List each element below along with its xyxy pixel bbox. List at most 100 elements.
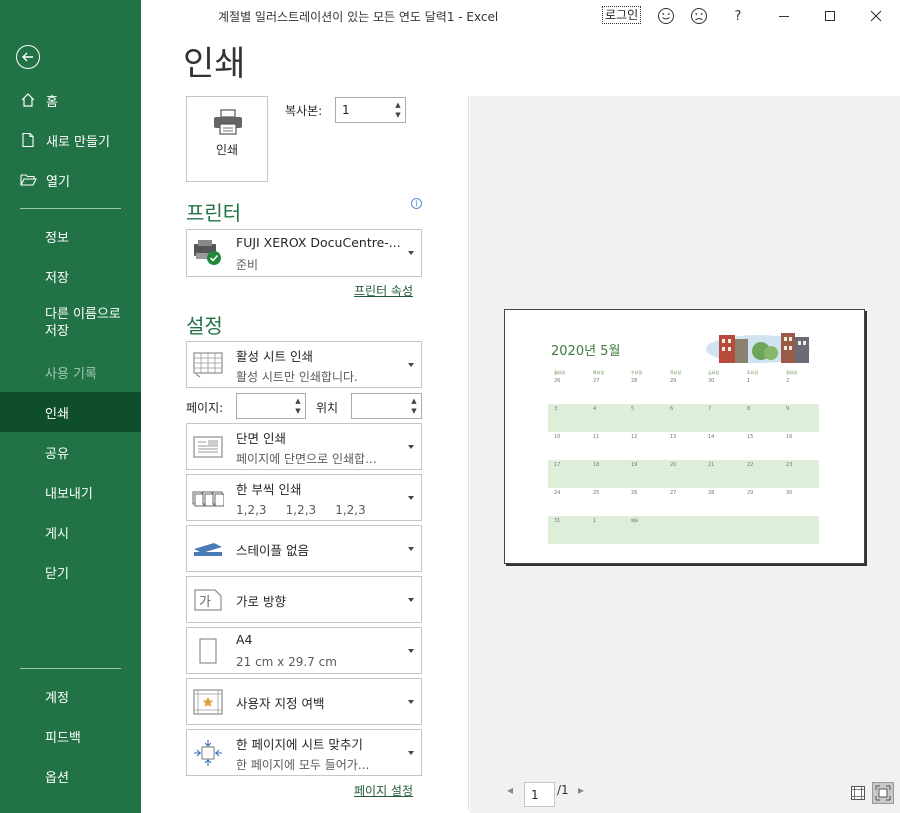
- sidebar-item-label: 계정: [45, 690, 69, 706]
- calendar-title: 2020년 5월: [551, 344, 621, 359]
- collate-desc: 1,2,3 1,2,3 1,2,3: [236, 503, 366, 517]
- sidebar-item-close[interactable]: 닫기: [0, 552, 141, 592]
- sidebar-item-label: 피드백: [45, 730, 81, 746]
- paper-portrait-icon: [191, 634, 225, 668]
- frown-icon[interactable]: [689, 6, 709, 26]
- sidebar-item-history[interactable]: 사용 기록: [0, 352, 141, 392]
- print-what-dropdown[interactable]: 활성 시트 인쇄 활성 시트만 인쇄합니다.: [186, 341, 422, 388]
- copies-value: 1: [342, 103, 350, 117]
- print-button[interactable]: 인쇄: [186, 96, 268, 182]
- sidebar-item-label: 정보: [45, 230, 69, 246]
- sidebar-item-feedback[interactable]: 피드백: [0, 716, 141, 756]
- margins-dropdown[interactable]: 사용자 지정 여백: [186, 678, 422, 725]
- calendar-day: 10: [554, 434, 561, 440]
- calendar-day: 30: [708, 378, 715, 384]
- sides-dropdown[interactable]: 단면 인쇄 페이지에 단면으로 인쇄합...: [186, 423, 422, 470]
- back-arrow-icon[interactable]: [16, 45, 40, 69]
- minimize-icon[interactable]: [774, 6, 794, 26]
- zoom-to-page-icon[interactable]: [872, 782, 894, 804]
- sidebar-item-info[interactable]: 정보: [0, 216, 141, 256]
- sidebar-item-export[interactable]: 내보내기: [0, 472, 141, 512]
- printer-status: 준비: [236, 258, 259, 272]
- sidebar-item-share[interactable]: 공유: [0, 432, 141, 472]
- prev-page-icon[interactable]: ◂: [507, 783, 513, 797]
- sidebar-item-save-as[interactable]: 다른 이름으로 저장: [0, 298, 141, 348]
- folder-open-icon: [20, 172, 44, 188]
- sidebar-divider: [20, 208, 121, 209]
- calendar-day: 21: [708, 462, 715, 468]
- calendar-day: 5: [631, 406, 635, 412]
- calendar-day: 1: [747, 378, 751, 384]
- calendar-day: 12: [631, 434, 638, 440]
- sidebar-item-label: 닫기: [45, 566, 69, 582]
- staple-title: 스테이플 없음: [236, 543, 309, 558]
- stepper-arrows-icon[interactable]: ▲ ▼: [293, 396, 303, 416]
- sidebar-item-publish[interactable]: 게시: [0, 512, 141, 552]
- printer-ready-icon: [191, 236, 225, 270]
- sidebar-item-options[interactable]: 옵션: [0, 756, 141, 796]
- staple-dropdown[interactable]: 스테이플 없음: [186, 525, 422, 572]
- stapler-icon: [191, 532, 225, 566]
- sidebar-item-print[interactable]: 인쇄: [0, 392, 141, 432]
- page-total: /1: [557, 783, 569, 797]
- signin-button[interactable]: 로그인: [602, 6, 642, 24]
- fit-sheet-icon: [191, 736, 225, 770]
- stepper-arrows-icon[interactable]: ▲ ▼: [393, 100, 403, 120]
- calendar-day: 20: [670, 462, 677, 468]
- sidebar-item-label: 내보내기: [45, 486, 93, 502]
- printer-dropdown[interactable]: FUJI XEROX DocuCentre-... 준비: [186, 229, 422, 277]
- print-button-label: 인쇄: [215, 143, 239, 157]
- paper-size-dropdown[interactable]: A4 21 cm x 29.7 cm: [186, 627, 422, 674]
- calendar-day: 2: [786, 378, 790, 384]
- window-title: 계절별 일러스트레이션이 있는 모든 연도 달력1 - Excel: [218, 10, 499, 24]
- show-margins-icon[interactable]: [847, 782, 869, 804]
- calendar-day: 31: [554, 518, 561, 524]
- orientation-title: 가로 방향: [236, 594, 286, 609]
- next-page-icon[interactable]: ▸: [578, 783, 584, 797]
- chevron-down-icon: [408, 699, 414, 704]
- collate-dropdown[interactable]: 한 부씩 인쇄 1,2,3 1,2,3 1,2,3: [186, 474, 422, 521]
- calendar-day: 메모: [631, 518, 639, 523]
- margins-title: 사용자 지정 여백: [236, 696, 325, 711]
- pages-to-input[interactable]: ▲ ▼: [351, 393, 422, 419]
- calendar-day: 29: [747, 490, 754, 496]
- help-button[interactable]: ?: [728, 6, 748, 26]
- calendar-day: 23: [786, 462, 793, 468]
- pages-from-input[interactable]: ▲ ▼: [236, 393, 306, 419]
- sidebar-item-open[interactable]: 열기: [0, 160, 141, 200]
- chevron-down-icon: [408, 444, 414, 449]
- sidebar-item-home[interactable]: 홈: [0, 80, 141, 120]
- backstage-sidebar: 홈 새로 만들기 열기 정보 저장 다른 이름으로 저장 사용 기록 인쇄 공유…: [0, 0, 141, 813]
- calendar-weekday: 목요일: [670, 370, 682, 375]
- townhouse-illustration-icon: [705, 327, 811, 369]
- settings-heading: 설정: [186, 314, 223, 338]
- calendar-weekday: 일요일: [786, 370, 798, 375]
- close-icon[interactable]: [866, 6, 886, 26]
- calendar-day: 30: [786, 490, 793, 496]
- copies-stepper[interactable]: 1 ▲ ▼: [335, 97, 406, 123]
- calendar-day: 9: [786, 406, 790, 412]
- sidebar-item-save[interactable]: 저장: [0, 256, 141, 296]
- calendar-day: 26: [631, 490, 638, 496]
- sidebar-item-new[interactable]: 새로 만들기: [0, 120, 141, 160]
- printer-properties-link[interactable]: 프린터 속성: [354, 282, 413, 299]
- orientation-dropdown[interactable]: 가 가로 방향: [186, 576, 422, 623]
- page-setup-link[interactable]: 페이지 설정: [354, 782, 413, 799]
- collate-title: 한 부씩 인쇄: [236, 482, 302, 497]
- sides-desc: 페이지에 단면으로 인쇄합...: [236, 452, 377, 466]
- preview-page: 2020년 5월 월요일 화요일 수요일 목요일 금요일 토요일 일요일 26 27 28 29 30…: [504, 309, 865, 564]
- stepper-arrows-icon[interactable]: ▲ ▼: [409, 396, 419, 416]
- landscape-orientation-icon: 가: [191, 583, 225, 617]
- maximize-icon[interactable]: [820, 6, 840, 26]
- sides-title: 단면 인쇄: [236, 431, 286, 446]
- calendar-day: 26: [554, 378, 561, 384]
- calendar-day: 28: [631, 378, 638, 384]
- scaling-dropdown[interactable]: 한 페이지에 시트 맞추기 한 페이지에 모두 들어가...: [186, 729, 422, 776]
- smile-icon[interactable]: [656, 6, 676, 26]
- pane-divider: [468, 96, 469, 810]
- sidebar-divider: [20, 668, 121, 669]
- info-icon[interactable]: i: [411, 198, 422, 209]
- sidebar-item-account[interactable]: 계정: [0, 676, 141, 716]
- calendar-day: 14: [708, 434, 715, 440]
- page-number-input[interactable]: 1: [524, 782, 555, 807]
